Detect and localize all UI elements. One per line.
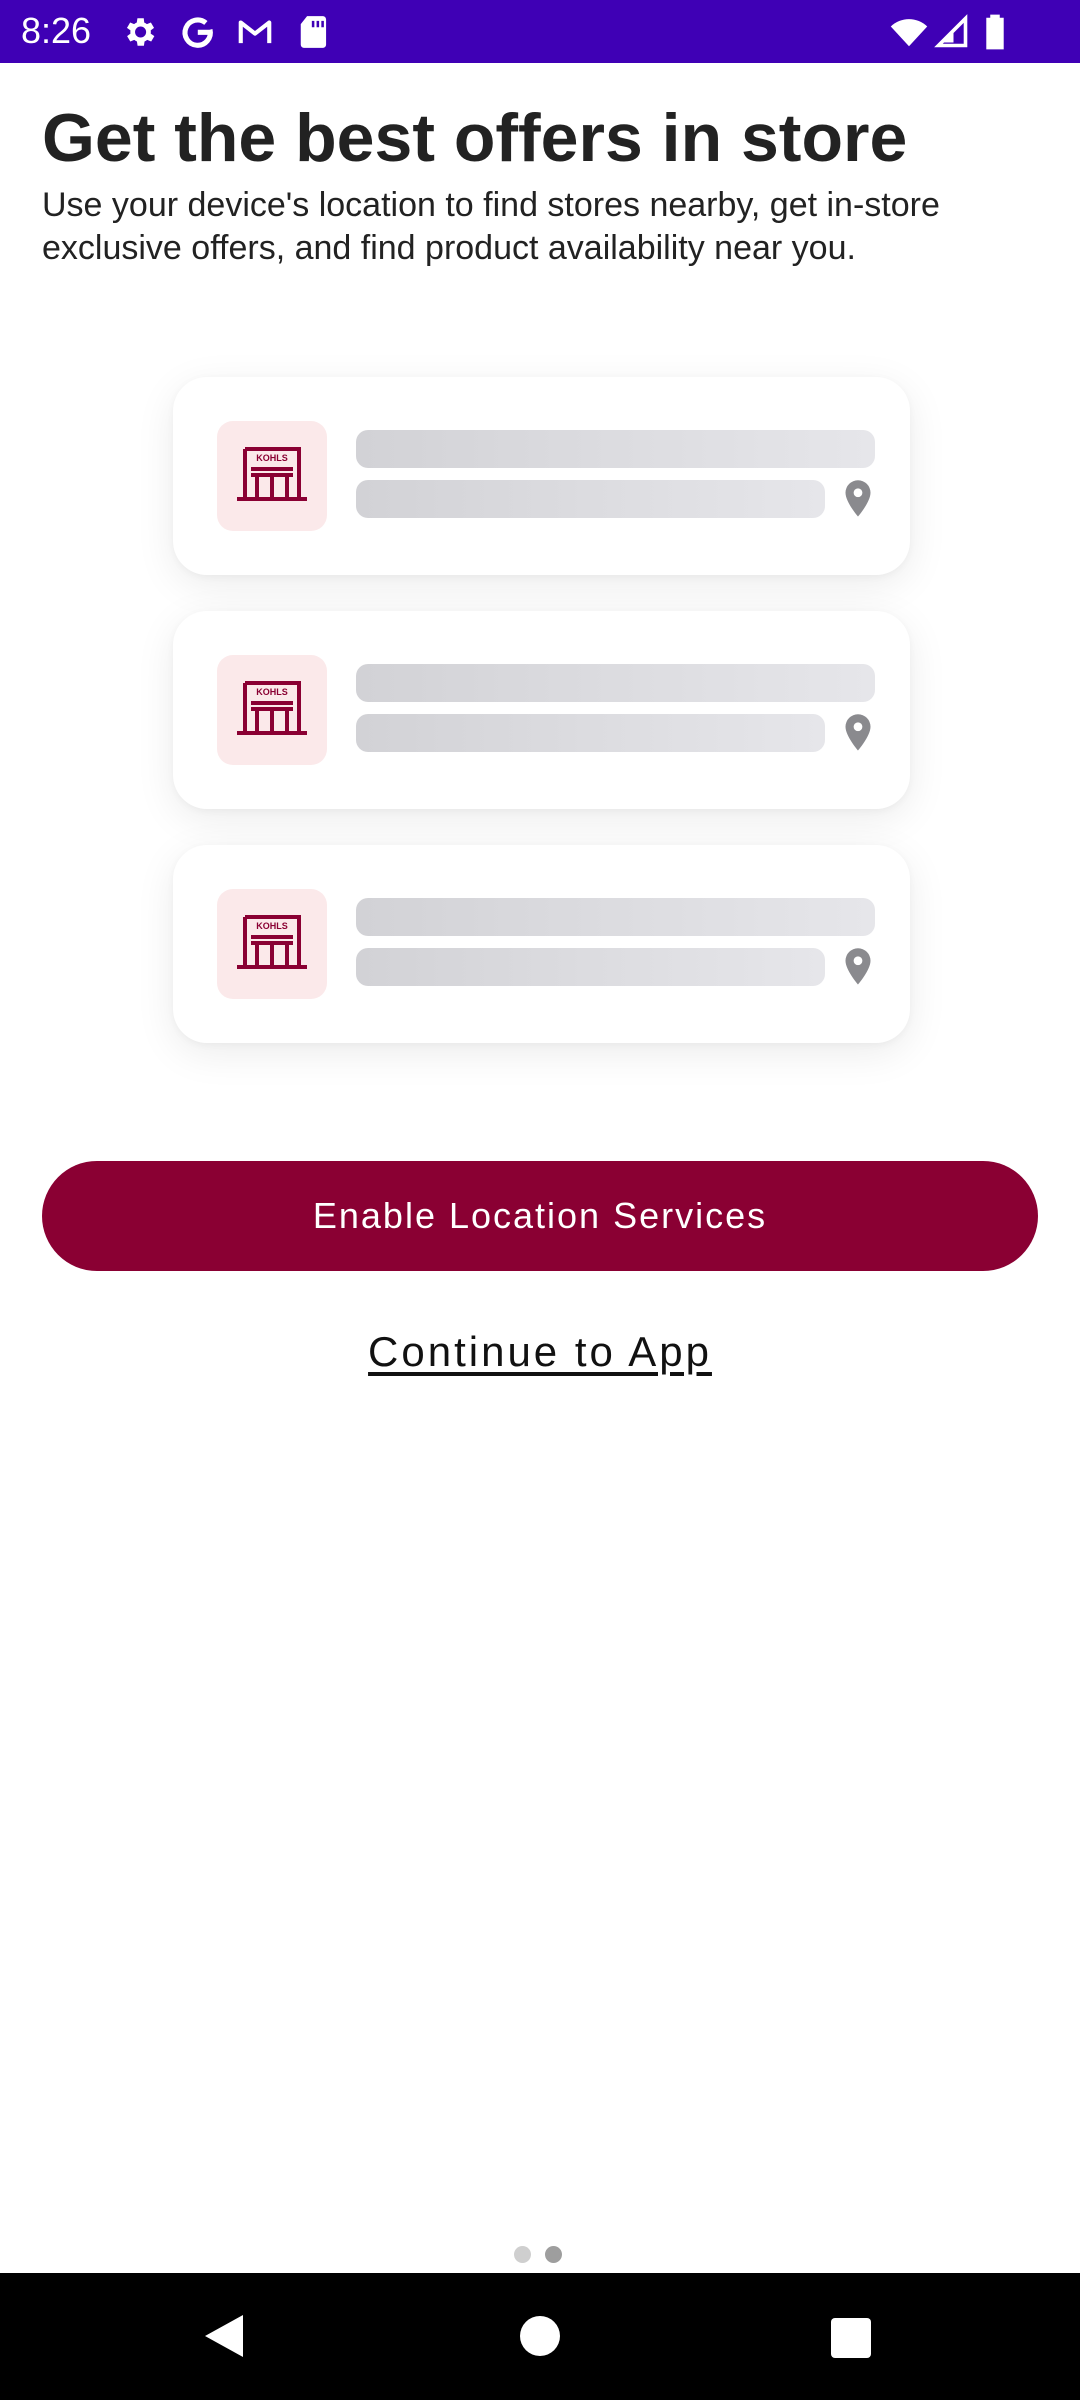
page-subtitle: Use your device's location to find store… (42, 186, 940, 267)
status-bar: 8:26 (0, 0, 1080, 63)
home-icon[interactable] (520, 2316, 560, 2356)
store-thumbnail: KOHLS (217, 655, 327, 765)
skeleton-line-address (356, 480, 825, 518)
store-card: KOHLS (173, 611, 910, 809)
page-title: Get the best offers in store (42, 100, 908, 176)
skeleton-line-title (356, 664, 875, 702)
store-card: KOHLS (173, 845, 910, 1043)
skeleton-line-title (356, 430, 875, 468)
google-icon (182, 17, 213, 48)
wifi-icon (890, 19, 928, 47)
battery-icon (986, 14, 1004, 50)
sd-card-icon (300, 16, 327, 48)
store-thumb-text: KOHLS (256, 453, 288, 463)
skeleton-line-address (356, 948, 825, 986)
settings-icon (126, 18, 155, 46)
status-time: 8:26 (21, 10, 92, 51)
system-nav-bar (0, 2273, 1080, 2400)
store-icon: KOHLS (237, 915, 307, 969)
page-dot-2-active (545, 2246, 562, 2263)
signal-icon (934, 14, 968, 48)
store-thumbnail: KOHLS (217, 889, 327, 999)
skeleton-line-address (356, 714, 825, 752)
back-icon[interactable] (205, 2313, 245, 2359)
store-thumbnail: KOHLS (217, 421, 327, 531)
skeleton-line-title (356, 898, 875, 936)
store-card: KOHLS (173, 377, 910, 575)
store-thumb-text: KOHLS (256, 687, 288, 697)
location-pin-icon (845, 948, 871, 985)
recents-icon[interactable] (831, 2318, 871, 2358)
location-pin-icon (845, 480, 871, 517)
gmail-icon (238, 20, 272, 44)
enable-location-button[interactable]: Enable Location Services (42, 1161, 1038, 1271)
page-dot-1 (514, 2246, 531, 2263)
location-pin-icon (845, 714, 871, 751)
continue-to-app-link[interactable]: Continue to App (240, 1322, 840, 1382)
store-thumb-text: KOHLS (256, 921, 288, 931)
store-icon: KOHLS (237, 447, 307, 501)
page-indicator (514, 2246, 566, 2264)
store-icon: KOHLS (237, 681, 307, 735)
